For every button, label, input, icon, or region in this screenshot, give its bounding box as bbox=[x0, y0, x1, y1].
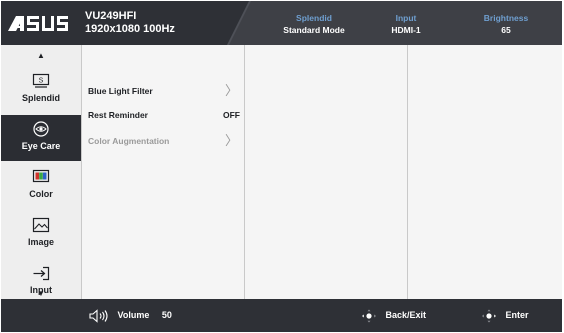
sidebar-item-label: Image bbox=[27, 237, 54, 247]
menu-item-color-augmentation: Color Augmentation 〉 bbox=[88, 132, 240, 150]
menu-item-rest-reminder[interactable]: Rest Reminder OFF bbox=[88, 106, 240, 124]
volume-value: 50 bbox=[161, 310, 172, 320]
menu-item-label: Blue Light Filter bbox=[88, 86, 153, 96]
scroll-up-icon[interactable]: ▲ bbox=[1, 51, 81, 60]
model-name: VU249HFI bbox=[85, 10, 137, 22]
menu-column-primary: Blue Light Filter 〉 Rest Reminder OFF Co… bbox=[81, 45, 244, 299]
svg-text:S: S bbox=[39, 78, 44, 85]
sidebar-item-splendid[interactable]: S Splendid bbox=[1, 67, 81, 113]
back-exit-label: Back/Exit bbox=[385, 310, 427, 320]
osd-sidebar: ▲ S Splendid Eye Care Color Image Input … bbox=[1, 45, 81, 299]
brightness-status-value: 65 bbox=[501, 25, 511, 35]
menu-item-label: Rest Reminder bbox=[88, 110, 148, 120]
volume-label: Volume bbox=[117, 310, 150, 320]
input-arrow-icon bbox=[33, 266, 50, 281]
resolution-info: 1920x1080 100Hz bbox=[85, 23, 175, 35]
joystick-left-icon bbox=[362, 309, 376, 323]
back-exit-hint: Back/Exit bbox=[361, 299, 426, 332]
chevron-right-icon: 〉 bbox=[224, 133, 238, 148]
rest-reminder-value: OFF bbox=[223, 110, 240, 120]
joystick-right-icon bbox=[482, 309, 496, 323]
splendid-status-label: Splendid bbox=[296, 13, 332, 23]
input-status: Input HDMI-1 bbox=[381, 12, 431, 36]
sidebar-item-image[interactable]: Image bbox=[1, 211, 81, 257]
volume-hotkey[interactable]: Volume 50 bbox=[89, 299, 172, 332]
input-status-value: HDMI-1 bbox=[391, 25, 421, 35]
osd-header: VU249HFI 1920x1080 100Hz Splendid Standa… bbox=[1, 1, 562, 45]
menu-column-tertiary bbox=[407, 45, 562, 299]
menu-column-secondary bbox=[244, 45, 407, 299]
image-icon bbox=[32, 217, 50, 233]
eye-icon bbox=[33, 121, 49, 137]
monitor-osd: VU249HFI 1920x1080 100Hz Splendid Standa… bbox=[1, 1, 562, 332]
sidebar-item-label: Color bbox=[29, 189, 53, 199]
splendid-status: Splendid Standard Mode bbox=[277, 12, 351, 36]
sidebar-item-eye-care[interactable]: Eye Care bbox=[1, 115, 81, 161]
splendid-status-value: Standard Mode bbox=[283, 25, 345, 35]
enter-hint: Enter bbox=[481, 299, 529, 332]
splendid-icon: S bbox=[32, 73, 50, 88]
brightness-status: Brightness 65 bbox=[477, 12, 535, 36]
sidebar-item-input[interactable]: Input bbox=[1, 259, 81, 295]
color-bars-icon bbox=[32, 169, 50, 183]
enter-label: Enter bbox=[505, 310, 529, 320]
osd-footer: Volume 50 Back/Exit Enter bbox=[1, 299, 562, 332]
asus-logo bbox=[8, 16, 68, 31]
sidebar-item-label: Eye Care bbox=[21, 141, 61, 151]
chevron-right-icon: 〉 bbox=[224, 83, 238, 98]
menu-item-label: Color Augmentation bbox=[88, 136, 170, 146]
input-status-label: Input bbox=[395, 13, 417, 23]
sidebar-item-color[interactable]: Color bbox=[1, 163, 81, 209]
scroll-down-icon[interactable]: ▼ bbox=[1, 289, 81, 298]
menu-item-blue-light-filter[interactable]: Blue Light Filter 〉 bbox=[88, 82, 240, 100]
sidebar-item-label: Splendid bbox=[22, 93, 60, 103]
speaker-icon bbox=[89, 308, 108, 323]
brightness-status-label: Brightness bbox=[483, 13, 529, 23]
